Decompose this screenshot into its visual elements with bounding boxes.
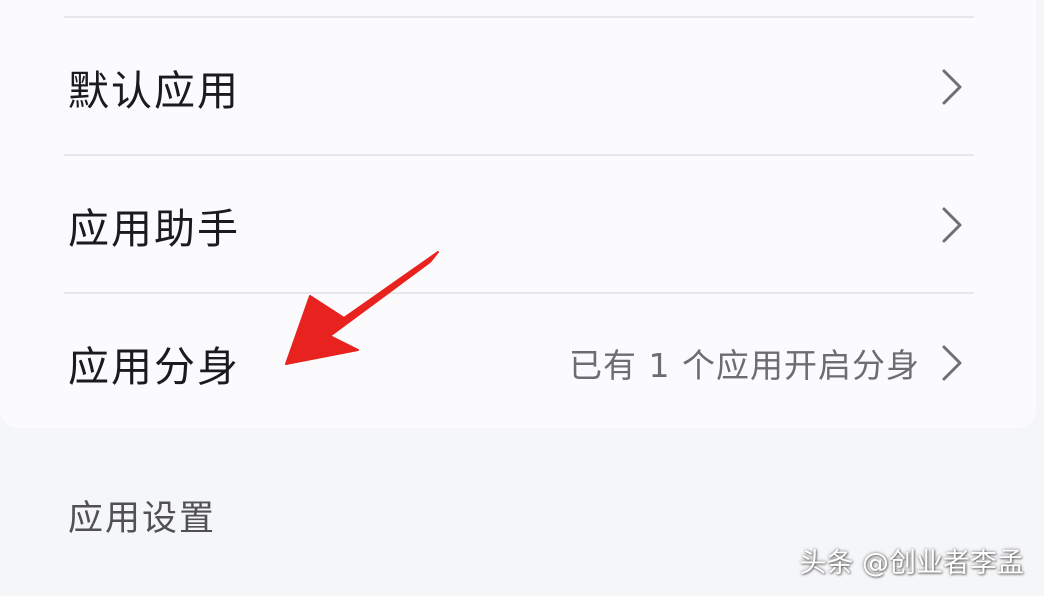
chevron-right-icon [942, 207, 962, 243]
watermark: 头条 @创业者李孟 [799, 548, 1024, 579]
settings-item-app-assistant[interactable]: 应用助手 [0, 156, 1036, 294]
section-header-app-settings: 应用设置 [68, 499, 217, 539]
settings-item-default-apps[interactable]: 默认应用 [0, 18, 1036, 156]
settings-item-label: 应用分身 [68, 343, 240, 391]
settings-screen: 默认应用 应用助手 应用分身 已有 1 个应用开启分身 应用设置 头条 @创业者… [0, 0, 1044, 596]
settings-item-label: 应用助手 [68, 205, 240, 253]
settings-item-label: 默认应用 [68, 67, 240, 115]
chevron-right-icon [942, 69, 962, 105]
chevron-right-icon [942, 345, 962, 381]
settings-item-value: 已有 1 个应用开启分身 [569, 346, 920, 385]
settings-item-app-twin[interactable]: 应用分身 已有 1 个应用开启分身 [0, 294, 1036, 432]
apps-settings-card: 默认应用 应用助手 应用分身 已有 1 个应用开启分身 [0, 0, 1036, 428]
